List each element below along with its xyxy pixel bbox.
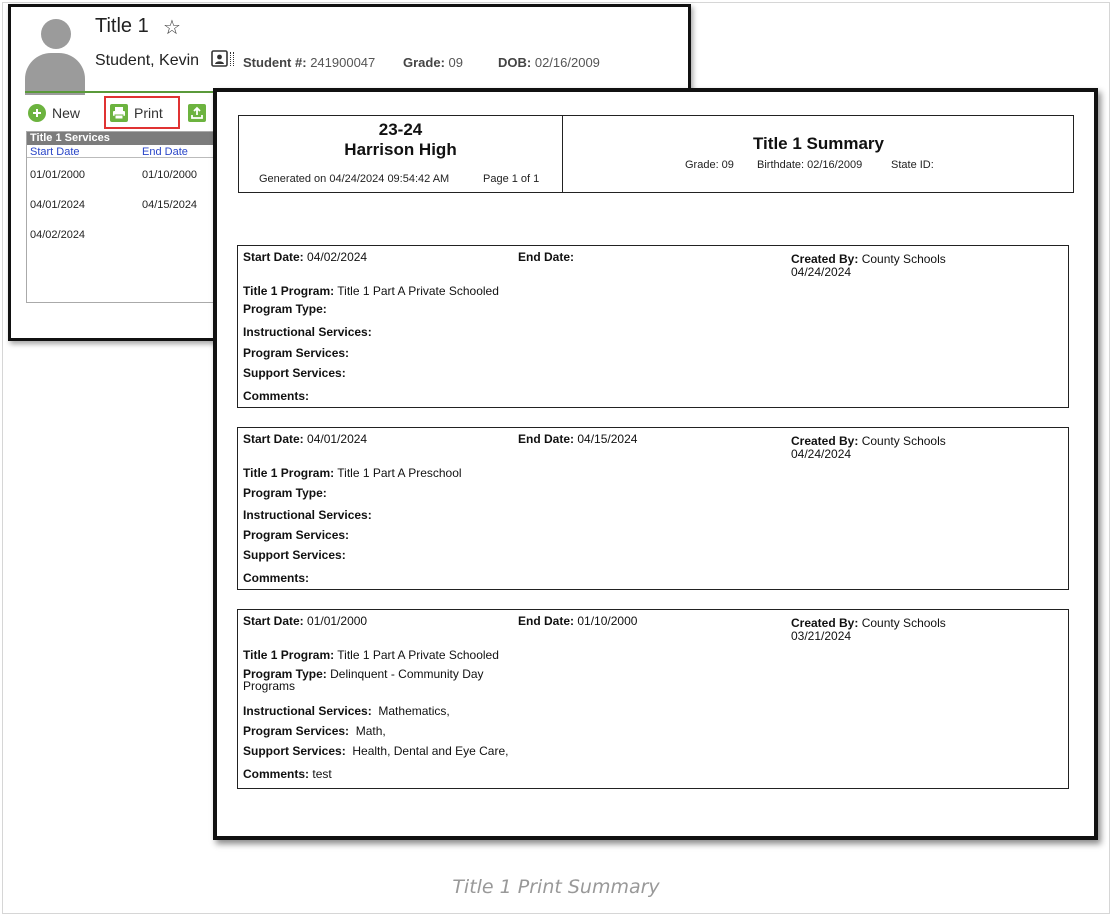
record-end-date: End Date: 01/10/2000 bbox=[518, 614, 638, 628]
contact-card-icon[interactable] bbox=[211, 50, 229, 68]
list-item-end[interactable]: 04/15/2024 bbox=[142, 199, 197, 211]
record-start-date: Start Date: 01/01/2000 bbox=[243, 614, 368, 628]
record-instructional-services: Instructional Services: bbox=[243, 325, 372, 339]
generated-timestamp: Generated on 04/24/2024 09:54:42 AM bbox=[259, 173, 450, 185]
record-start-date: Start Date: 04/02/2024 bbox=[243, 250, 368, 264]
record-created-by: Created By: County Schools bbox=[791, 252, 946, 266]
print-summary-report: 23-24 Harrison High Generated on 04/24/2… bbox=[213, 88, 1098, 840]
record-created-by: Created By: County Schools bbox=[791, 434, 946, 448]
record-comments: Comments: bbox=[243, 389, 310, 403]
service-record: Start Date: 04/01/2024 End Date: 04/15/2… bbox=[237, 427, 1069, 590]
record-program: Title 1 Program: Title 1 Part A Private … bbox=[243, 648, 499, 662]
student-name: Student, Kevin bbox=[95, 52, 200, 69]
image-caption: Title 1 Print Summary bbox=[452, 876, 660, 898]
star-icon[interactable]: ☆ bbox=[163, 15, 181, 40]
avatar bbox=[25, 15, 85, 95]
panel-column-headers: Start Date End Date bbox=[27, 145, 230, 158]
page-number: Page 1 of 1 bbox=[483, 173, 540, 185]
report-state-id: State ID: bbox=[891, 159, 934, 171]
student-number: Student #: 241900047 bbox=[243, 55, 376, 70]
upload-icon bbox=[188, 104, 206, 122]
record-end-date: End Date: bbox=[518, 250, 575, 264]
print-button[interactable]: Print bbox=[110, 100, 163, 126]
report-birthdate: Birthdate: 02/16/2009 bbox=[757, 159, 863, 171]
new-button[interactable]: New bbox=[28, 100, 80, 126]
record-program-type: Program Type: Delinquent - Community Day… bbox=[243, 667, 484, 693]
record-program: Title 1 Program: Title 1 Part A Preschoo… bbox=[243, 466, 462, 480]
school-name: Harrison High bbox=[344, 140, 457, 159]
print-button-label: Print bbox=[134, 105, 163, 121]
record-start-date: Start Date: 04/01/2024 bbox=[243, 432, 368, 446]
record-program-services: Program Services: Math, bbox=[243, 724, 386, 738]
export-button[interactable] bbox=[188, 100, 206, 126]
record-instructional-services: Instructional Services: Mathematics, bbox=[243, 704, 450, 718]
report-title: Title 1 Summary bbox=[752, 134, 885, 153]
new-button-label: New bbox=[52, 105, 81, 121]
record-created-date: 04/24/2024 bbox=[791, 265, 852, 279]
record-program-services: Program Services: bbox=[243, 346, 350, 360]
page-title: Title 1 bbox=[95, 15, 149, 37]
column-end-date[interactable]: End Date bbox=[142, 146, 188, 158]
record-support-services: Support Services: Health, Dental and Eye… bbox=[243, 744, 509, 758]
printer-icon bbox=[110, 104, 128, 122]
report-header: 23-24 Harrison High Generated on 04/24/2… bbox=[238, 115, 1074, 193]
record-program-services: Program Services: bbox=[243, 528, 350, 542]
student-grade: Grade: 09 bbox=[403, 55, 463, 70]
contact-menu-dots bbox=[230, 52, 234, 66]
report-grade: Grade: 09 bbox=[685, 159, 734, 171]
plus-icon bbox=[28, 104, 46, 122]
record-support-services: Support Services: bbox=[243, 548, 346, 562]
record-program-type: Program Type: bbox=[243, 302, 327, 316]
student-dob: DOB: 02/16/2009 bbox=[498, 55, 600, 70]
record-program: Title 1 Program: Title 1 Part A Private … bbox=[243, 284, 499, 298]
record-program-type: Program Type: bbox=[243, 486, 327, 500]
record-created-by: Created By: County Schools bbox=[791, 616, 946, 630]
school-year: 23-24 bbox=[378, 120, 423, 139]
record-end-date: End Date: 04/15/2024 bbox=[518, 432, 638, 446]
title1-services-list: Title 1 Services Start Date End Date 01/… bbox=[26, 131, 231, 303]
record-support-services: Support Services: bbox=[243, 366, 346, 380]
service-record: Start Date: 01/01/2000 End Date: 01/10/2… bbox=[237, 609, 1069, 789]
record-created-date: 04/24/2024 bbox=[791, 447, 852, 461]
list-item-end[interactable]: 01/10/2000 bbox=[142, 169, 197, 181]
service-record: Start Date: 04/02/2024 End Date: Created… bbox=[237, 245, 1069, 408]
record-instructional-services: Instructional Services: bbox=[243, 508, 372, 522]
panel-title: Title 1 Services bbox=[27, 132, 230, 145]
record-comments: Comments: test bbox=[243, 767, 332, 781]
list-item-start[interactable]: 01/01/2000 bbox=[30, 169, 85, 181]
list-item-start[interactable]: 04/01/2024 bbox=[30, 199, 85, 211]
record-comments: Comments: bbox=[243, 571, 310, 585]
toolbar-divider bbox=[25, 91, 225, 93]
list-item-start[interactable]: 04/02/2024 bbox=[30, 229, 85, 241]
column-start-date[interactable]: Start Date bbox=[30, 146, 80, 158]
record-created-date: 03/21/2024 bbox=[791, 629, 852, 643]
